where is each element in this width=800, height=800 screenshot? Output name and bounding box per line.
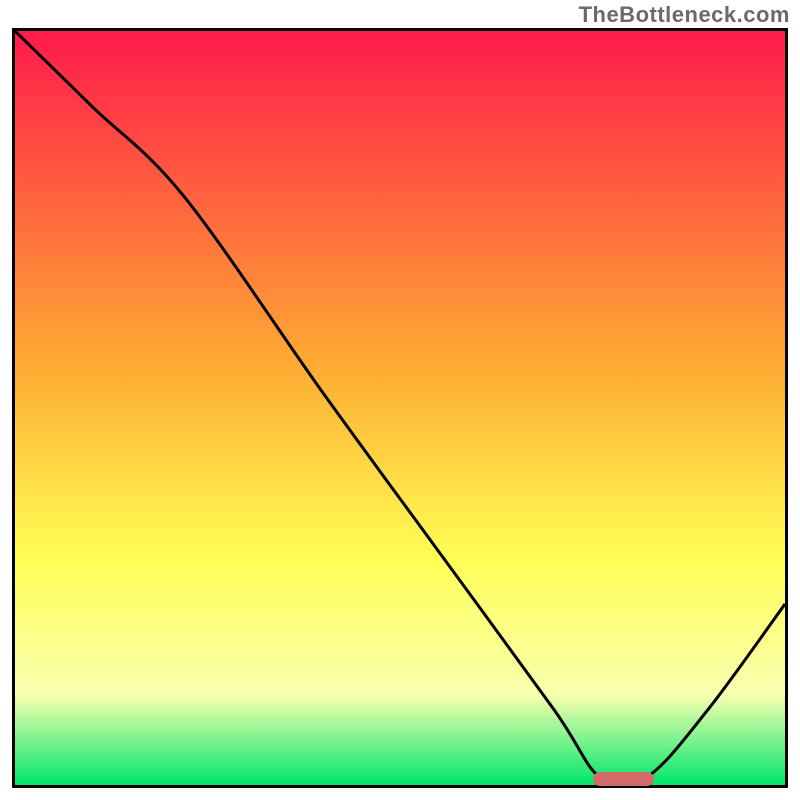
chart-container: TheBottleneck.com	[0, 0, 800, 800]
gradient-background	[15, 31, 785, 785]
chart-svg	[15, 31, 785, 785]
watermark-text: TheBottleneck.com	[579, 2, 790, 28]
optimal-marker	[593, 772, 655, 786]
